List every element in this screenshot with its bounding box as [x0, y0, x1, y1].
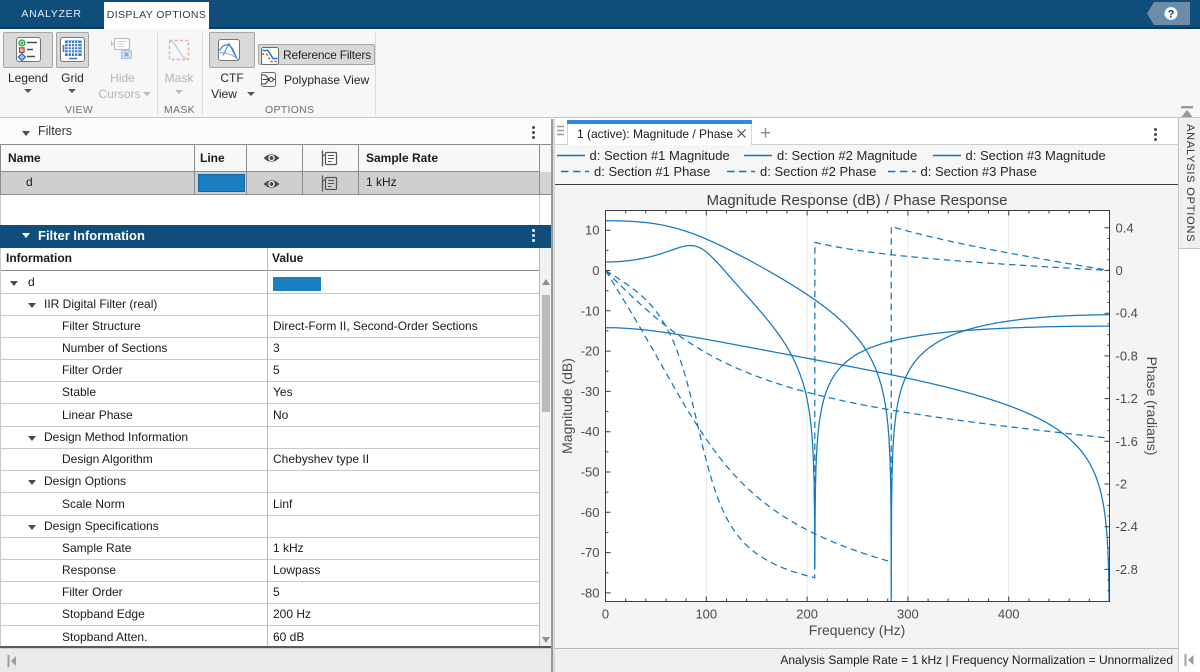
svg-text:Magnitude (dB): Magnitude (dB) [559, 358, 575, 454]
svg-text:-60: -60 [581, 505, 600, 520]
svg-text:-40: -40 [581, 424, 600, 439]
svg-text:300: 300 [897, 607, 919, 622]
svg-text:-0.4: -0.4 [1116, 306, 1138, 321]
svg-text:d: Section #2 Magnitude: d: Section #2 Magnitude [777, 148, 917, 163]
svg-text:-10: -10 [581, 303, 600, 318]
svg-text:-2.4: -2.4 [1116, 519, 1138, 534]
svg-text:?: ? [1168, 9, 1175, 21]
svg-text:Magnitude Response (dB) / Phas: Magnitude Response (dB) / Phase Response [706, 192, 1007, 209]
svg-text:-70: -70 [581, 545, 600, 560]
svg-text:10: 10 [585, 223, 599, 238]
svg-text:0.4: 0.4 [1116, 220, 1134, 235]
svg-text:-20: -20 [581, 344, 600, 359]
svg-text:200: 200 [796, 607, 818, 622]
svg-text:-2.8: -2.8 [1116, 562, 1138, 577]
svg-text:-80: -80 [581, 585, 600, 600]
svg-text:d: Section #3 Magnitude: d: Section #3 Magnitude [966, 148, 1106, 163]
svg-text:0: 0 [602, 607, 609, 622]
svg-text:d: Section #1 Phase: d: Section #1 Phase [594, 164, 710, 179]
svg-text:Frequency (Hz): Frequency (Hz) [809, 622, 905, 638]
svg-text:-0.8: -0.8 [1116, 348, 1138, 363]
svg-text:100: 100 [695, 607, 717, 622]
svg-text:0: 0 [1116, 263, 1123, 278]
svg-text:-50: -50 [581, 465, 600, 480]
svg-text:-1.2: -1.2 [1116, 391, 1138, 406]
svg-text:Phase (radians): Phase (radians) [1144, 357, 1160, 456]
svg-text:400: 400 [998, 607, 1020, 622]
svg-text:-1.6: -1.6 [1116, 434, 1138, 449]
svg-text:-30: -30 [581, 384, 600, 399]
svg-text:d: Section #2 Phase: d: Section #2 Phase [760, 164, 876, 179]
svg-text:0: 0 [592, 263, 599, 278]
svg-text:d: Section #1 Magnitude: d: Section #1 Magnitude [590, 148, 730, 163]
svg-text:d: Section #3 Phase: d: Section #3 Phase [921, 164, 1037, 179]
svg-text:-2: -2 [1116, 477, 1128, 492]
